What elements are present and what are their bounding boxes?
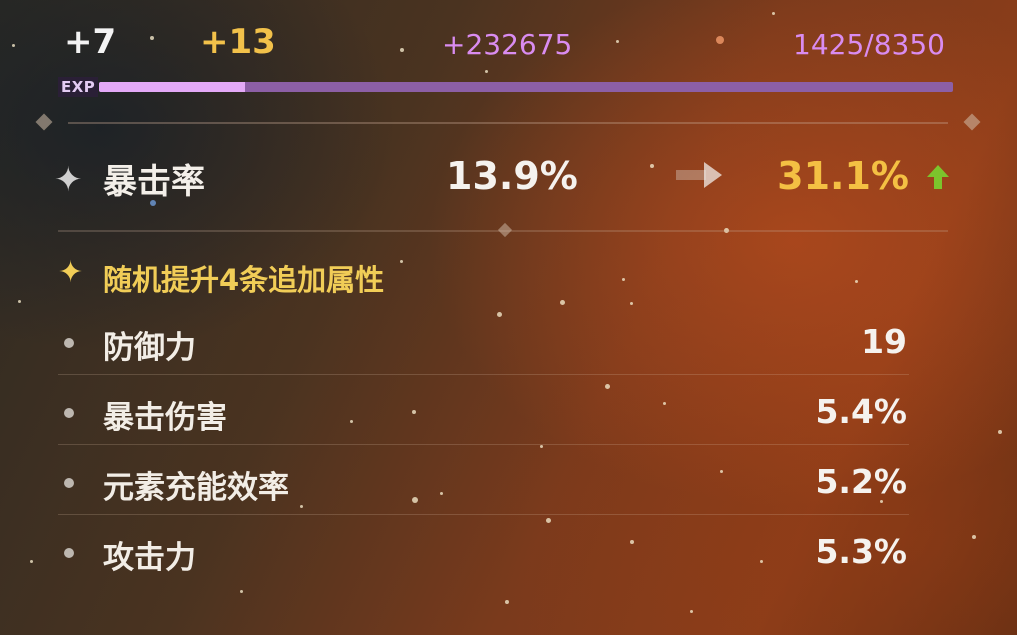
substat-row: 防御力 19 [0,318,1017,388]
main-stat-name: 暴击率 [103,162,205,202]
up-arrow-icon [927,165,949,189]
mid-divider [58,222,948,238]
exp-fill [99,82,246,92]
top-divider [28,113,988,131]
substat-row: 攻击力 5.3% [0,528,1017,598]
main-stat-after: 31.1% [777,154,909,198]
substat-value: 5.2% [815,462,907,501]
substats-list: 防御力 19 暴击伤害 5.4% 元素充能效率 5.2% 攻击力 5.3% [0,318,1017,598]
main-stat-row: ✦ 暴击率 13.9% 31.1% [0,150,1017,206]
bullet-dot-icon [64,338,74,348]
substat-name: 攻击力 [103,540,196,576]
exp-label: EXP [58,77,99,97]
right-arrow-icon [676,162,722,188]
substat-value: 5.4% [815,392,907,431]
main-stat-before: 13.9% [446,154,578,198]
substats-header: ✦ 随机提升4条追加属性 [0,255,1017,297]
bullet-dot-icon [64,548,74,558]
substat-value: 19 [861,322,907,361]
level-row: +7 +13 +232675 1425/8350 [0,22,1017,66]
current-level: +7 [64,22,117,62]
exp-bar: EXP [58,77,953,97]
substat-name: 元素充能效率 [103,470,289,506]
substat-name: 暴击伤害 [103,400,227,436]
target-level: +13 [200,22,276,62]
bullet-dot-icon [64,408,74,418]
sparkle-icon: ✦ [54,160,83,200]
substat-name: 防御力 [103,330,196,366]
exp-progress-text: 1425/8350 [793,28,945,61]
substat-row: 暴击伤害 5.4% [0,388,1017,458]
sparkle-icon: ✦ [58,255,84,290]
substats-header-title: 随机提升4条追加属性 [103,263,385,297]
exp-track [99,82,953,92]
substat-row: 元素充能效率 5.2% [0,458,1017,528]
bullet-dot-icon [64,478,74,488]
exp-gain: +232675 [442,28,573,61]
substat-value: 5.3% [815,532,907,571]
